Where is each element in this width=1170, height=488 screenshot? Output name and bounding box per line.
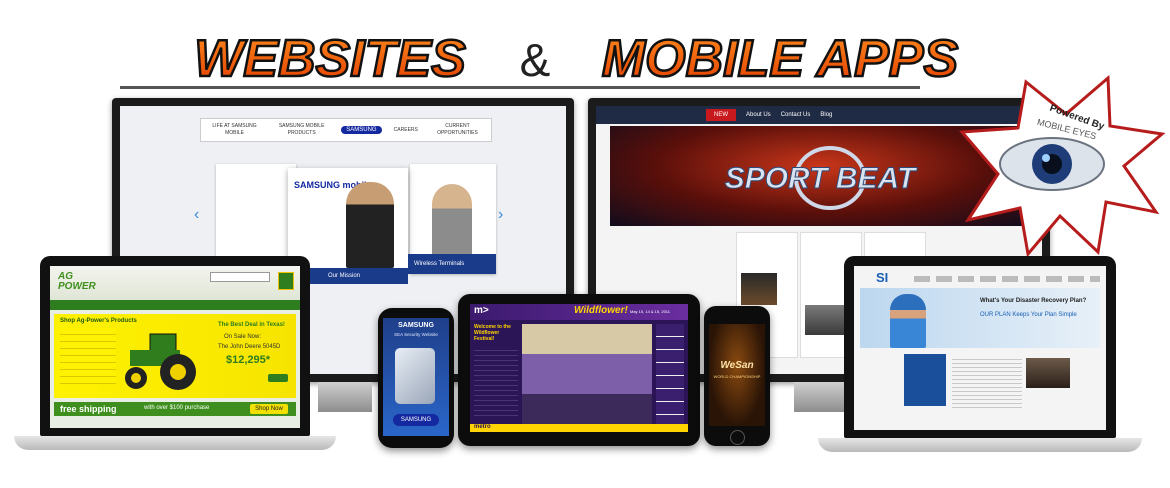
nav-about[interactable]: About Us xyxy=(746,112,771,118)
wildflower-bottom-bar: metro xyxy=(470,424,688,432)
si-body-text xyxy=(952,356,1022,410)
wildflower-screen: m> Wildflower! May 15, 14 & 15, 2011 Wel… xyxy=(470,304,688,432)
si-video-thumb xyxy=(1026,358,1070,388)
phone-subtitle: SEA Security Website xyxy=(394,332,438,337)
search-box[interactable] xyxy=(210,272,270,282)
free-shipping-text: free shipping xyxy=(60,404,117,414)
wildflower-photo xyxy=(522,324,652,424)
card-caption-mission-text: Our Mission xyxy=(328,273,361,279)
wildflower-side-text xyxy=(474,346,518,416)
employee-card-back-left[interactable] xyxy=(216,164,296,260)
agpower-hero: Shop Ag-Power's Products The Best Deal i… xyxy=(54,314,296,398)
carousel-prev-icon[interactable]: ‹ xyxy=(194,206,199,224)
si-hero-person xyxy=(890,294,926,348)
iphone-screen: WeSan WORLD CHAMPIONSHIP xyxy=(709,324,765,426)
headline-ampersand: & xyxy=(520,34,551,86)
si-hero-title: What's Your Disaster Recovery Plan? xyxy=(980,298,1087,304)
phone-footer-logo: SAMSUNG xyxy=(393,414,439,426)
home-button[interactable] xyxy=(730,430,745,445)
app-subtitle: WORLD CHAMPIONSHIP xyxy=(713,374,761,379)
sportsbeat-hero-text: SPORT BEAT xyxy=(725,162,918,195)
price: $12,295* xyxy=(226,354,271,366)
carousel-next-icon[interactable]: › xyxy=(498,206,503,224)
shop-now-button[interactable]: Shop Now xyxy=(250,404,288,414)
wildflower-welcome: Welcome to the Wildflower Festival! xyxy=(474,324,511,342)
card-caption-wireless-text: Wireless Terminals xyxy=(414,261,465,267)
wildflower-icon-column xyxy=(656,324,684,424)
iphone-device: WeSan WORLD CHAMPIONSHIP xyxy=(704,306,770,446)
si-hero: What's Your Disaster Recovery Plan? OUR … xyxy=(860,288,1100,348)
shop-now-button-hero[interactable] xyxy=(268,374,288,382)
laptop-right-base xyxy=(818,438,1142,452)
nav-products[interactable]: SAMSUNG MOBILE PRODUCTS xyxy=(274,123,329,137)
si-sidebar-card xyxy=(904,354,946,406)
nav-new[interactable]: NEW xyxy=(706,109,736,121)
deal-heading: The Best Deal in Texas! xyxy=(218,322,285,328)
agpower-logo[interactable]: AG POWER xyxy=(58,272,108,292)
laptop-right-lid: SI What's Your Disaster Recovery Plan? O… xyxy=(844,256,1116,438)
free-shipping-banner: free shipping with over $100 purchase Sh… xyxy=(54,402,296,416)
samsung-phone-screen: SAMSUNG SEA Security Website SAMSUNG xyxy=(383,318,449,436)
promo-list xyxy=(60,328,116,384)
wildflower-header: m> Wildflower! May 15, 14 & 15, 2011 xyxy=(470,304,688,320)
employee-card-front[interactable]: SAMSUNG mobile xyxy=(288,168,408,268)
eye-icon xyxy=(999,137,1105,191)
model-name: The John Deere 5045D xyxy=(218,344,281,350)
agpower-nav xyxy=(50,300,300,310)
headline-mobile-apps: MOBILE APPS xyxy=(602,30,959,88)
samsung-phone: SAMSUNG SEA Security Website SAMSUNG xyxy=(378,308,454,448)
samsung-nav: LIFE AT SAMSUNG MOBILE SAMSUNG MOBILE PR… xyxy=(200,118,492,142)
deere-logo-icon xyxy=(278,272,294,290)
monitor-right-stand xyxy=(794,382,848,412)
phone-product-image xyxy=(395,348,435,404)
wildflower-logo: Wildflower! xyxy=(574,305,628,316)
wildflower-dates: May 15, 14 & 15, 2011 xyxy=(630,309,670,314)
card-caption-wireless: Wireless Terminals xyxy=(408,254,496,274)
nav-careers[interactable]: CAREERS xyxy=(394,127,418,134)
nav-life[interactable]: LIFE AT SAMSUNG MOBILE xyxy=(207,123,262,137)
wildflower-tablet: m> Wildflower! May 15, 14 & 15, 2011 Wel… xyxy=(458,294,700,446)
phone-title: SAMSUNG xyxy=(398,322,434,329)
si-logo[interactable]: SI xyxy=(876,270,888,285)
monitor-left-stand xyxy=(318,382,372,412)
laptop-left-lid: AG POWER Shop Ag-Power's Products The Be… xyxy=(40,256,310,436)
nav-contact[interactable]: Contact Us xyxy=(781,112,811,118)
headline-underline xyxy=(120,86,920,89)
nav-opportunities[interactable]: CURRENT OPPORTUNITIES xyxy=(430,123,485,137)
si-screen: SI What's Your Disaster Recovery Plan? O… xyxy=(854,266,1106,430)
person-photo xyxy=(346,182,394,268)
on-sale-label: On Sale Now: xyxy=(224,334,262,340)
feed-image xyxy=(741,273,777,305)
free-shipping-detail: with over $100 purchase xyxy=(144,405,210,411)
metro-bottom-logo: metro xyxy=(474,424,491,430)
metro-m-icon: m> xyxy=(474,305,489,316)
tractor-image xyxy=(125,333,196,390)
headline-websites: WEBSITES xyxy=(194,30,466,88)
laptop-left-base xyxy=(14,436,336,450)
powered-by-badge: Powered By MOBILE EYES xyxy=(958,74,1166,258)
nav-blog[interactable]: Blog xyxy=(820,112,832,118)
si-hero-sub: OUR PLAN Keeps Your Plan Simple xyxy=(980,312,1077,318)
agpower-screen: AG POWER Shop Ag-Power's Products The Be… xyxy=(50,266,300,428)
agpower-header: AG POWER xyxy=(50,266,300,300)
app-title: WeSan xyxy=(720,360,754,371)
si-nav xyxy=(914,276,1100,282)
nav-samsung-logo[interactable]: SAMSUNG xyxy=(341,126,382,134)
